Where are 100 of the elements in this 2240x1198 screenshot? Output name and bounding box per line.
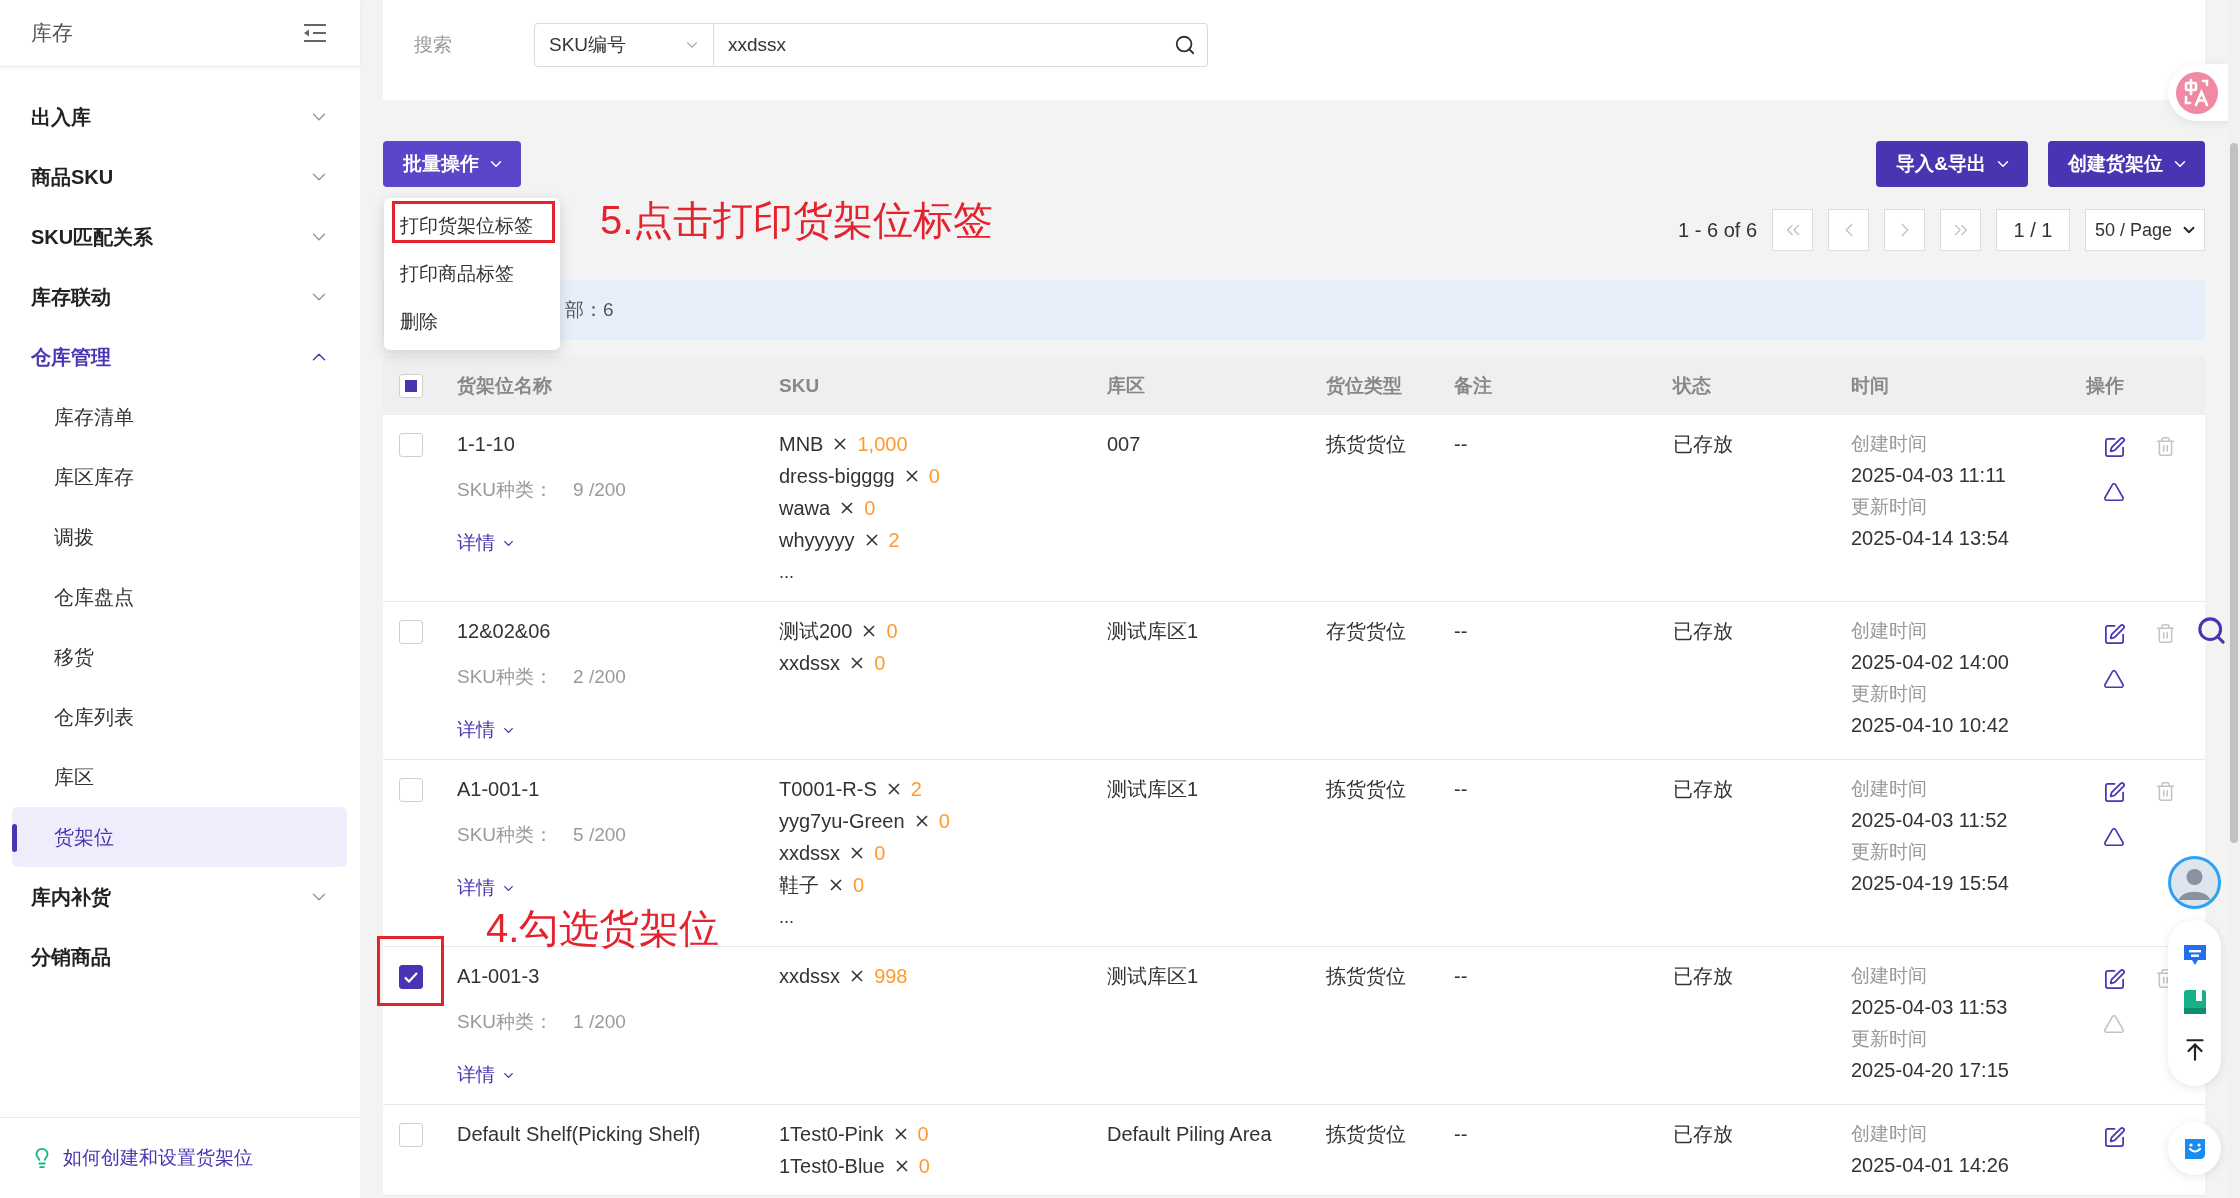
page-size-select[interactable]: 50 / Page (2085, 209, 2205, 251)
remark-cell-text: -- (1454, 964, 1468, 989)
sidebar-item[interactable]: SKU匹配关系 (0, 207, 360, 267)
sku-quantity: 0 (853, 873, 865, 897)
sku-quantity: 1,000 (857, 432, 908, 456)
sku-kinds-label: SKU种类： (457, 665, 554, 689)
edit-icon[interactable] (2102, 623, 2126, 646)
translate-button[interactable] (2168, 64, 2230, 121)
search-icon[interactable] (2196, 615, 2227, 646)
book-icon[interactable] (2182, 989, 2207, 1015)
edit-icon[interactable] (2102, 968, 2126, 991)
times-icon (887, 783, 900, 795)
annotation-text: 4.勾选货架位 (486, 905, 720, 952)
shelf-type-cell-text: 存货货位 (1326, 619, 1406, 644)
zone-cell-text: 测试库区1 (1107, 777, 1199, 802)
sku-name: wawa (779, 496, 831, 520)
translate-icon[interactable] (2176, 71, 2218, 114)
sidebar-title: 库存 (31, 20, 73, 46)
sku-quantity: 0 (864, 496, 876, 520)
column-header: 货位类型 (1326, 373, 1402, 398)
sku-name: T0001-R-S (779, 777, 877, 801)
sidebar-item[interactable]: 分销商品 (0, 927, 360, 987)
shelf-name: 12&02&06 (457, 619, 551, 644)
details-link[interactable]: 详情 (457, 872, 516, 904)
updated-time: 2025-04-14 13:54 (1851, 525, 2009, 551)
times-icon (841, 502, 854, 514)
sidebar-item[interactable]: 出入库 (0, 87, 360, 147)
batch-operation-button[interactable]: 批量操作 (383, 141, 521, 187)
created-time: 2025-04-03 11:53 (1851, 994, 2008, 1020)
chat-icon[interactable] (2181, 943, 2208, 967)
sku-name: yyg7yu-Green (779, 809, 905, 833)
row-checkbox[interactable] (399, 965, 423, 989)
dropdown-button[interactable]: 导入&导出 (1876, 141, 2028, 187)
edit-icon[interactable] (2102, 436, 2126, 459)
created-time: 2025-04-01 14:26 (1851, 1152, 2009, 1178)
search-field[interactable]: xxdssx (714, 23, 1208, 67)
times-icon (834, 438, 847, 450)
sku-name: xxdssx (779, 841, 841, 865)
more-indicator: ... (779, 906, 794, 929)
sidebar-item[interactable]: 商品SKU (0, 147, 360, 207)
zone-cell-text: 007 (1107, 432, 1141, 457)
sidebar-subitem[interactable]: 货架位 (12, 807, 347, 867)
column-header: 状态 (1673, 373, 1711, 398)
sidebar-subitem[interactable]: 仓库列表 (12, 687, 347, 747)
search-icon[interactable] (1174, 34, 1196, 56)
sku-name: MNB (779, 432, 824, 456)
updated-label: 更新时间 (1851, 840, 1927, 864)
status-cell-text: 已存放 (1673, 619, 1733, 644)
sidebar-subitem[interactable]: 调拨 (12, 507, 347, 567)
zone-cell-text: Default Piling Area (1107, 1122, 1272, 1147)
times-icon (830, 879, 842, 891)
menu-item[interactable]: 删除 (384, 298, 560, 346)
sku-quantity: 0 (938, 809, 950, 833)
column-header: SKU (779, 374, 820, 397)
zone-cell-text: 测试库区1 (1107, 964, 1199, 989)
details-link[interactable]: 详情 (457, 714, 516, 746)
details-link[interactable]: 详情 (457, 1059, 516, 1091)
annotation-text: 5.点击打印货架位标签 (600, 197, 994, 244)
updated-time: 2025-04-19 15:54 (1851, 870, 2009, 896)
shelf-name: A1-001-3 (457, 964, 540, 989)
avatar[interactable] (2168, 856, 2221, 909)
sku-quantity: 0 (917, 1122, 929, 1146)
created-label: 创建时间 (1851, 777, 1927, 801)
sku-name: xxdssx (779, 964, 841, 988)
sidebar-subitem[interactable]: 库存清单 (12, 387, 347, 447)
sidebar-subitem[interactable]: 库区库存 (12, 447, 347, 507)
sku-name: 鞋子 (779, 872, 819, 898)
edit-icon[interactable] (2102, 1126, 2126, 1149)
search-field-select[interactable]: SKU编号 (534, 23, 714, 67)
sidebar-subitem[interactable]: 移货 (12, 627, 347, 687)
sidebar-item[interactable]: 库内补货 (0, 867, 360, 927)
select-all-checkbox[interactable] (399, 373, 423, 398)
menu-item[interactable]: 打印货架位标签 (384, 202, 560, 250)
triangle-icon[interactable] (2103, 668, 2125, 690)
collapse-menu-icon[interactable] (303, 23, 327, 43)
menu-item[interactable]: 打印商品标签 (384, 250, 560, 298)
sku-kinds-label: SKU种类： (457, 823, 554, 847)
created-time: 2025-04-03 11:11 (1851, 462, 2006, 488)
times-icon (863, 625, 876, 637)
shelf-type-cell-text: 拣货货位 (1326, 777, 1406, 802)
edit-icon[interactable] (2102, 781, 2126, 804)
sku-kinds-label: SKU种类： (457, 478, 554, 502)
sku-name: xxdssx (779, 651, 841, 675)
triangle-icon[interactable] (2103, 826, 2125, 848)
sku-name: dress-bigggg (779, 464, 895, 488)
details-link[interactable]: 详情 (457, 527, 516, 559)
dropdown-button[interactable]: 创建货架位 (2048, 141, 2205, 187)
sidebar-subitem[interactable]: 仓库盘点 (12, 567, 347, 627)
created-label: 创建时间 (1851, 432, 1927, 456)
page-input[interactable]: 1 / 1 (1996, 209, 2070, 251)
sidebar-item[interactable]: 仓库管理 (0, 327, 360, 387)
times-icon (894, 1128, 907, 1140)
scrollbar-thumb[interactable] (2230, 143, 2238, 843)
sidebar-subitem[interactable]: 库区 (12, 747, 347, 807)
triangle-icon[interactable] (2103, 481, 2125, 503)
help-link[interactable]: 如何创建和设置货架位 (63, 1145, 253, 1171)
status-cell-text: 已存放 (1673, 777, 1733, 802)
sku-quantity: 2 (888, 528, 900, 552)
sidebar-item[interactable]: 库存联动 (0, 267, 360, 327)
page-range: 1 - 6 of 6 (1678, 218, 1757, 242)
